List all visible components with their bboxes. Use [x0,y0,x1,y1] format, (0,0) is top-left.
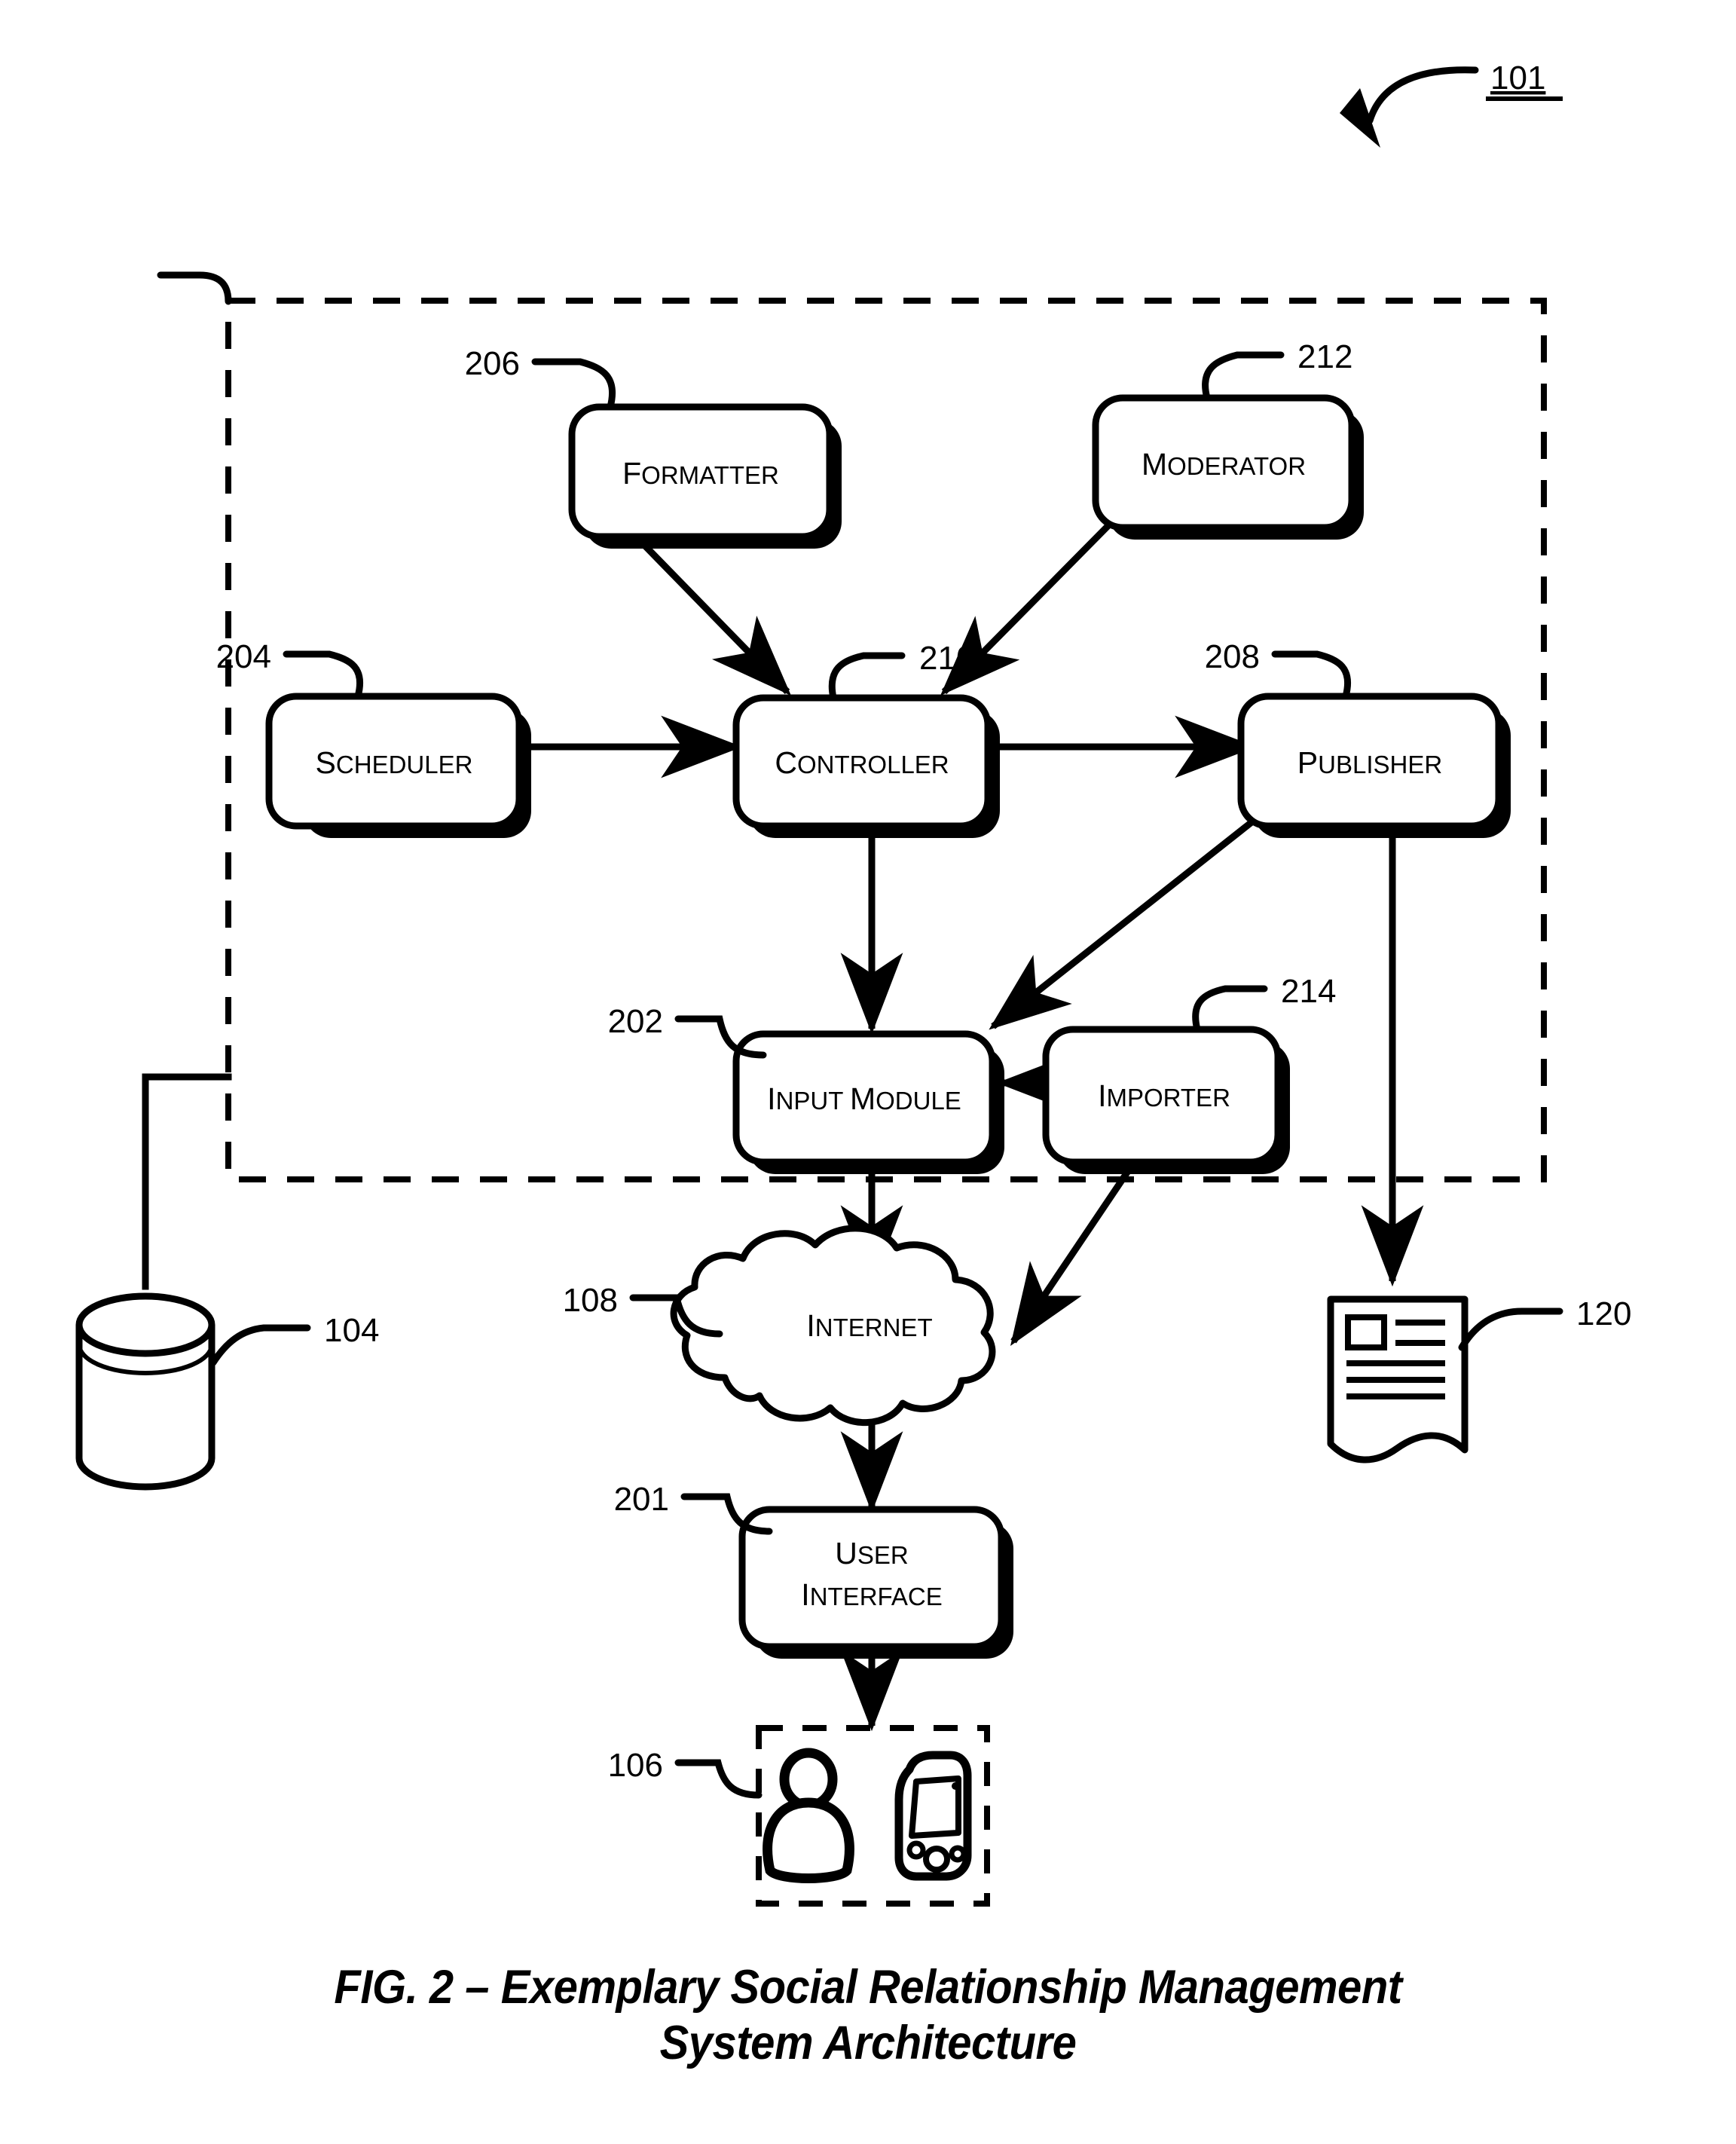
ref-120: 120 [1576,1295,1631,1332]
node-publisher[interactable]: PUBLISHER 208 [1205,638,1511,838]
person-icon [763,1748,854,1883]
ref-106: 106 [608,1747,663,1784]
caption-line-2: System Architecture [659,2017,1077,2070]
leader-120 [1458,1308,1563,1351]
ref-214: 214 [1281,973,1336,1010]
importer-label: IMPORTER [1098,1078,1230,1113]
node-scheduler[interactable]: SCHEDULER 204 [216,638,531,838]
edge-internet-importer [1010,1065,1214,1346]
document-image-placeholder [1345,1314,1387,1350]
user-interface-label-2: INTERFACE [801,1577,942,1612]
database-top [75,1292,215,1357]
ref-108: 108 [563,1282,618,1319]
leader-104 [209,1324,311,1366]
figure-caption: FIG. 2 – Exemplary Social Relationship M… [69,1959,1667,2072]
node-moderator[interactable]: MODERATOR 212 [1092,338,1364,540]
node-database[interactable]: 104 [75,1292,379,1491]
publisher-label: PUBLISHER [1297,745,1442,780]
ref-212: 212 [1297,338,1352,375]
diagram-canvas: FORMATTER 206 MODERATOR 212 SCHEDULER 20… [75,60,1631,1907]
mobile-device-icon [894,1751,972,1881]
system-ref-arrow [1340,66,1479,148]
leader-214 [1192,985,1268,1033]
leader-210 [828,652,906,702]
node-input-module[interactable]: INPUT MODULE 202 [608,1003,1004,1174]
scheduler-label: SCHEDULER [316,745,473,780]
node-users-group[interactable]: 106 [608,1725,990,1907]
input-module-label: INPUT MODULE [767,1081,961,1116]
ref-104: 104 [324,1312,379,1349]
leader-212 [1202,351,1285,402]
node-document[interactable]: 120 [1327,1295,1631,1463]
moderator-label: MODERATOR [1142,447,1306,482]
leader-208 [1271,650,1352,700]
ref-206: 206 [465,345,520,382]
patent-figure: FORMATTER 206 MODERATOR 212 SCHEDULER 20… [0,0,1736,2144]
node-internet[interactable]: INTERNET 108 [563,1225,996,1426]
node-user-interface[interactable]: USER INTERFACE 201 [614,1481,1013,1659]
database-link [142,1073,232,1290]
node-formatter[interactable]: FORMATTER 206 [465,345,842,549]
controller-label: CONTROLLER [775,745,949,780]
leader-206 [531,358,616,411]
user-interface-label-1: USER [835,1536,908,1571]
leader-102 [157,271,232,305]
caption-line-1: FIG. 2 – Exemplary Social Relationship M… [334,1961,1402,2014]
ref-210: 210 [919,640,974,677]
leader-106 [674,1759,763,1799]
node-controller[interactable]: CONTROLLER 210 [732,640,1000,838]
ref-208: 208 [1205,638,1260,675]
node-importer[interactable]: IMPORTER 214 [1042,973,1336,1174]
ref-101: 101 [1490,60,1545,96]
ref-202: 202 [608,1003,663,1040]
leader-204 [283,650,364,700]
internet-label: INTERNET [806,1308,932,1343]
edge-publisher-input-module [989,806,1271,1030]
formatter-label: FORMATTER [622,456,779,491]
user-interface-box [738,1506,1005,1650]
ref-204: 204 [216,638,271,675]
ref-201: 201 [614,1481,669,1518]
